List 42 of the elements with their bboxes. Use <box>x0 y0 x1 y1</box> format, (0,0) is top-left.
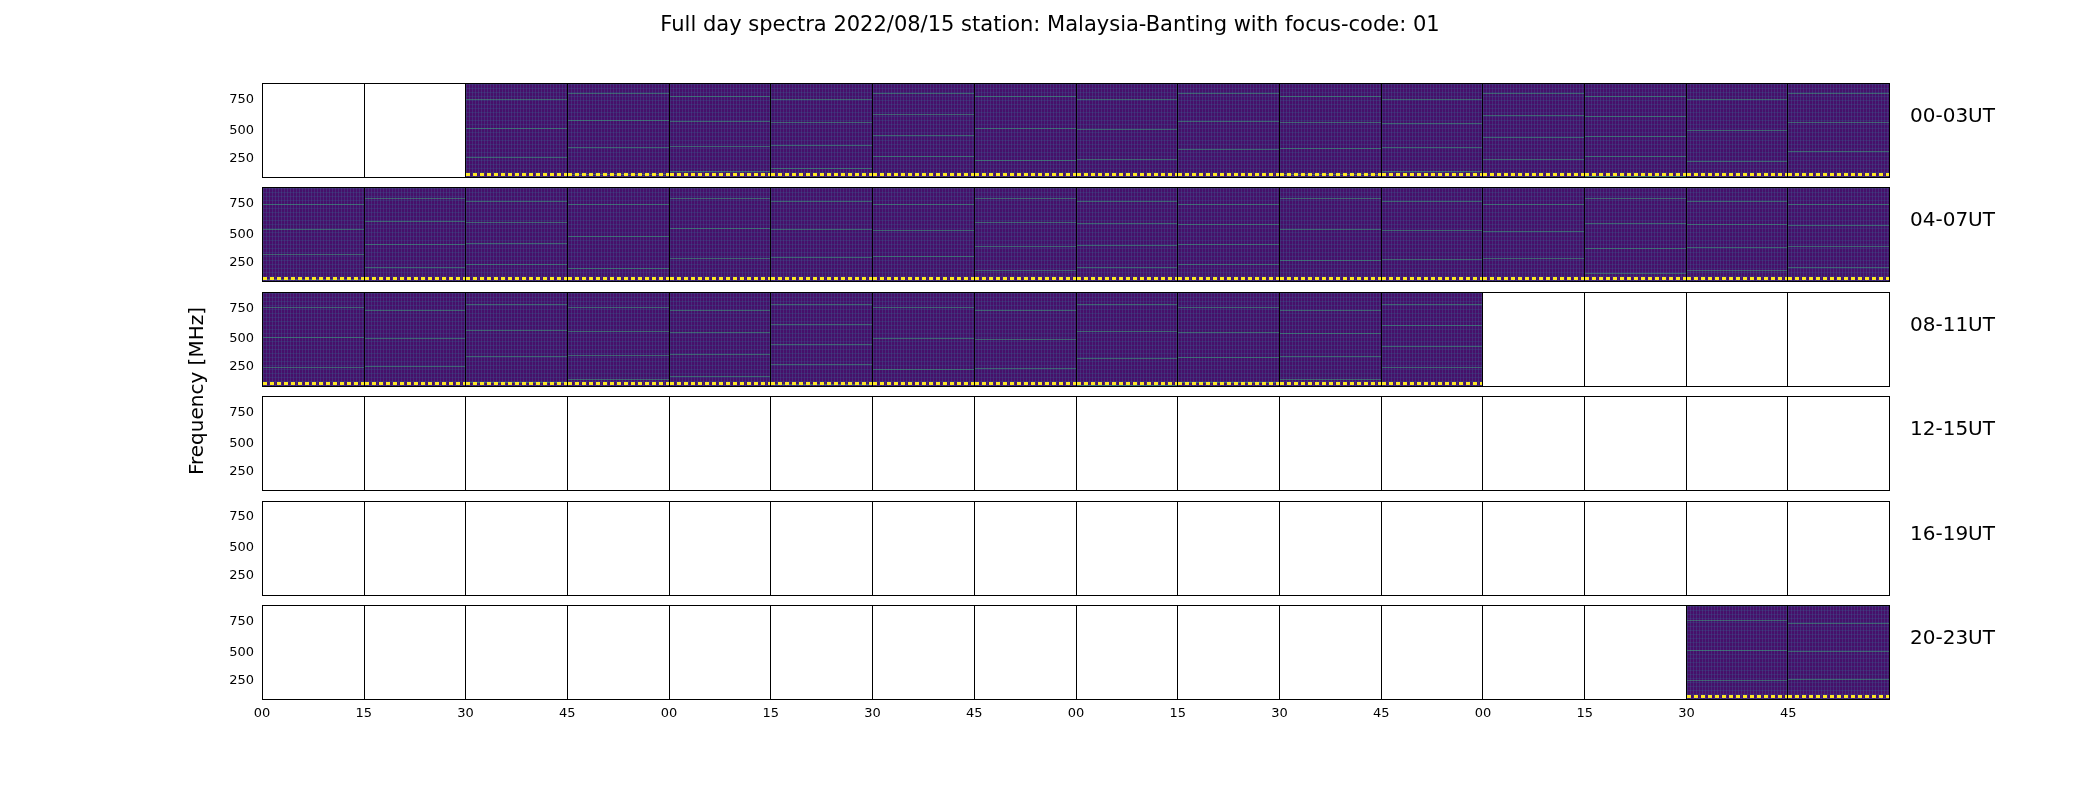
x-tick-label: 45 <box>559 705 576 721</box>
x-tick-label: 30 <box>457 705 474 721</box>
x-tick-label: 00 <box>1067 705 1085 721</box>
y-tick-label: 500 <box>229 329 254 345</box>
y-tick-label: 250 <box>229 462 254 478</box>
x-tick-label: 45 <box>966 705 983 721</box>
y-tick-label: 750 <box>229 507 254 523</box>
x-tick-label: 45 <box>1780 705 1797 721</box>
x-tick-label: 15 <box>355 705 372 721</box>
x-tick-label: 00 <box>660 705 678 721</box>
x-tick-label: 15 <box>1169 705 1186 721</box>
x-tick-label: 15 <box>762 705 779 721</box>
y-tick-label: 750 <box>229 299 254 314</box>
y-tick-label: 250 <box>229 566 254 582</box>
x-tick-label: 30 <box>1678 705 1695 721</box>
y-tick-label: 250 <box>229 671 254 687</box>
x-tick-label: 30 <box>1271 705 1288 721</box>
y-tick-label: 500 <box>229 643 254 659</box>
figure-title: Full day spectra 2022/08/15 station: Malaysia-Banting with focus-code: 01 <box>659 11 1441 38</box>
y-tick-label: 750 <box>229 612 254 628</box>
y-tick-label: 500 <box>229 225 254 241</box>
x-tick-label: 00 <box>253 705 271 721</box>
y-tick-label: 500 <box>229 538 254 554</box>
time-range-label: 08-11UT <box>1909 310 1995 338</box>
time-range-label: 20-23UT <box>1909 623 1995 651</box>
time-range-label: 00-03UT <box>1909 102 1995 129</box>
x-tick-label: 00 <box>1474 705 1492 721</box>
x-tick-label: 45 <box>1373 705 1390 721</box>
time-range-label: 12-15UT <box>1909 415 1995 443</box>
time-range-label: 04-07UT <box>1909 206 1995 234</box>
y-tick-label: 500 <box>229 121 254 137</box>
y-tick-label: 750 <box>229 194 254 210</box>
y-tick-label: 250 <box>229 357 254 373</box>
y-tick-label: 750 <box>229 403 254 419</box>
x-tick-label: 15 <box>1576 705 1593 721</box>
y-tick-label: 750 <box>229 90 254 106</box>
y-axis-label: Frequency [MHz] <box>184 307 208 476</box>
y-tick-label: 250 <box>229 253 254 269</box>
y-tick-label: 250 <box>229 149 254 165</box>
time-range-label: 16-19UT <box>1909 519 1995 547</box>
x-tick-label: 30 <box>864 705 881 721</box>
y-tick-label: 500 <box>229 434 254 450</box>
